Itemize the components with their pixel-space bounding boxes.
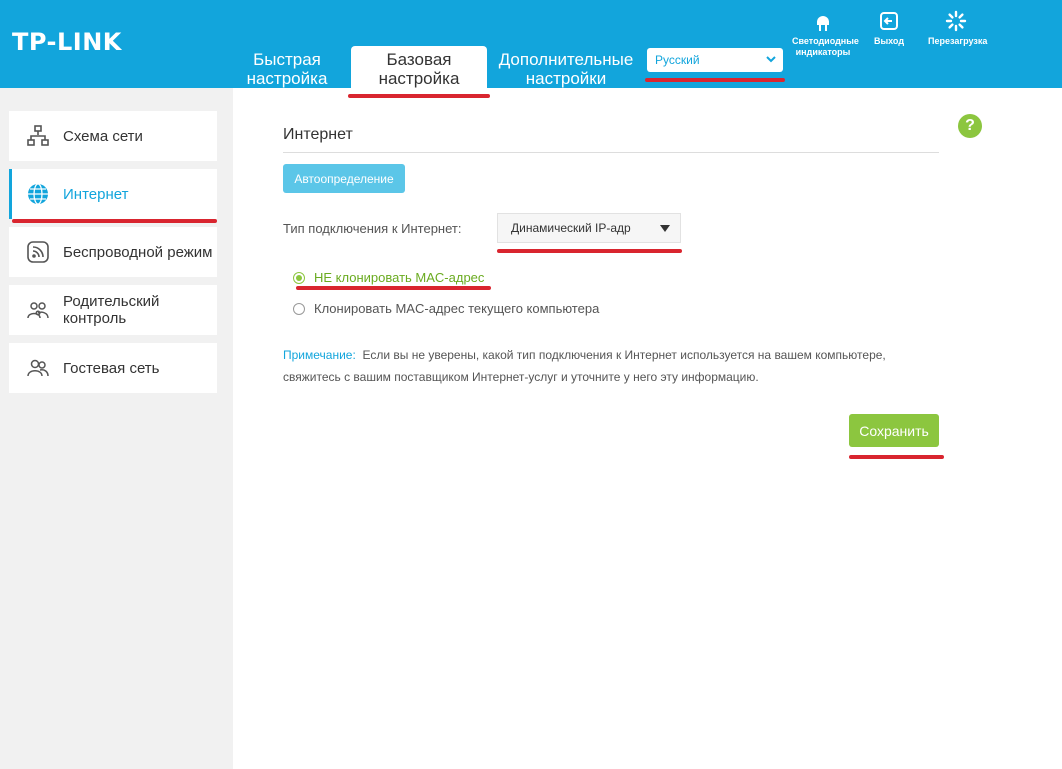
radio-clone-label: Клонировать MAC-адрес текущего компьютер… xyxy=(314,301,600,316)
top-header: TP-LINK Быстрая настройка Базовая настро… xyxy=(0,0,1062,88)
annotation-underline-no-clone xyxy=(296,286,491,290)
annotation-underline-save xyxy=(849,455,944,459)
caret-down-icon xyxy=(660,225,670,232)
network-map-icon xyxy=(27,125,49,146)
sidebar-item-label: Интернет xyxy=(63,185,129,203)
tab-quick-setup[interactable]: Быстрая настройка xyxy=(232,50,342,92)
note-prefix: Примечание: xyxy=(283,348,356,362)
reboot-button[interactable]: Перезагрузка xyxy=(928,10,988,47)
reboot-icon xyxy=(945,10,967,32)
sidebar-item-guest-network[interactable]: Гостевая сеть xyxy=(9,343,217,393)
annotation-underline-language xyxy=(645,78,785,82)
led-label: Светодиодные индикаторы xyxy=(792,36,859,57)
annotation-underline-internet xyxy=(12,219,217,223)
radio-no-clone-mac[interactable]: НЕ клонировать MAC-адрес xyxy=(293,270,484,285)
led-icon xyxy=(817,16,829,31)
note-body: Если вы не уверены, какой тип подключени… xyxy=(283,348,886,384)
globe-icon xyxy=(28,183,48,205)
language-value: Русский xyxy=(655,53,700,67)
save-button[interactable]: Сохранить xyxy=(849,414,939,447)
connection-type-value: Динамический IP-адр xyxy=(511,221,631,235)
sidebar-item-wireless[interactable]: Беспроводной режим xyxy=(9,227,217,277)
language-select[interactable]: Русский xyxy=(647,48,783,72)
radio-unselected-icon xyxy=(293,302,305,315)
sidebar-item-label: Гостевая сеть xyxy=(63,359,160,377)
help-icon[interactable]: ? xyxy=(958,114,982,138)
radio-clone-mac[interactable]: Клонировать MAC-адрес текущего компьютер… xyxy=(293,301,599,316)
sidebar-item-label: Родительский контроль xyxy=(63,293,160,327)
logout-label: Выход xyxy=(873,36,905,46)
reboot-label: Перезагрузка xyxy=(928,36,988,46)
sidebar-item-label: Схема сети xyxy=(63,127,143,145)
auto-detect-button[interactable]: Автоопределение xyxy=(283,164,405,193)
sidebar-item-label: Беспроводной режим xyxy=(63,243,213,261)
sidebar: Схема сети Интернет Беспроводной режим Р… xyxy=(0,88,233,769)
page-title: Интернет xyxy=(283,126,353,143)
radio-no-clone-label: НЕ клонировать MAC-адрес xyxy=(314,270,485,285)
sidebar-item-parental-control[interactable]: Родительский контроль xyxy=(9,285,217,335)
connection-type-select[interactable]: Динамический IP-адр xyxy=(497,213,681,243)
connection-type-label: Тип подключения к Интернет: xyxy=(283,221,462,236)
sidebar-item-internet[interactable]: Интернет xyxy=(9,169,217,219)
guest-network-icon xyxy=(27,359,49,377)
tab-advanced-setup[interactable]: Дополнительные настройки xyxy=(492,50,640,92)
logout-button[interactable]: Выход xyxy=(864,10,914,47)
wireless-icon xyxy=(27,241,49,263)
parental-control-icon xyxy=(27,302,49,319)
note-text: Примечание: Если вы не уверены, какой ти… xyxy=(283,344,933,388)
title-divider xyxy=(283,152,939,153)
led-button[interactable]: Светодиодные индикаторы xyxy=(792,10,859,58)
tp-link-logo: TP-LINK xyxy=(12,28,122,56)
tab-basic-setup[interactable]: Базовая настройка xyxy=(351,46,487,88)
chevron-down-icon xyxy=(766,56,776,63)
annotation-underline-connection-type xyxy=(497,249,682,253)
annotation-underline-basic-tab xyxy=(348,94,490,98)
sidebar-item-network-map[interactable]: Схема сети xyxy=(9,111,217,161)
radio-selected-icon xyxy=(293,271,305,284)
logout-icon xyxy=(880,12,898,30)
